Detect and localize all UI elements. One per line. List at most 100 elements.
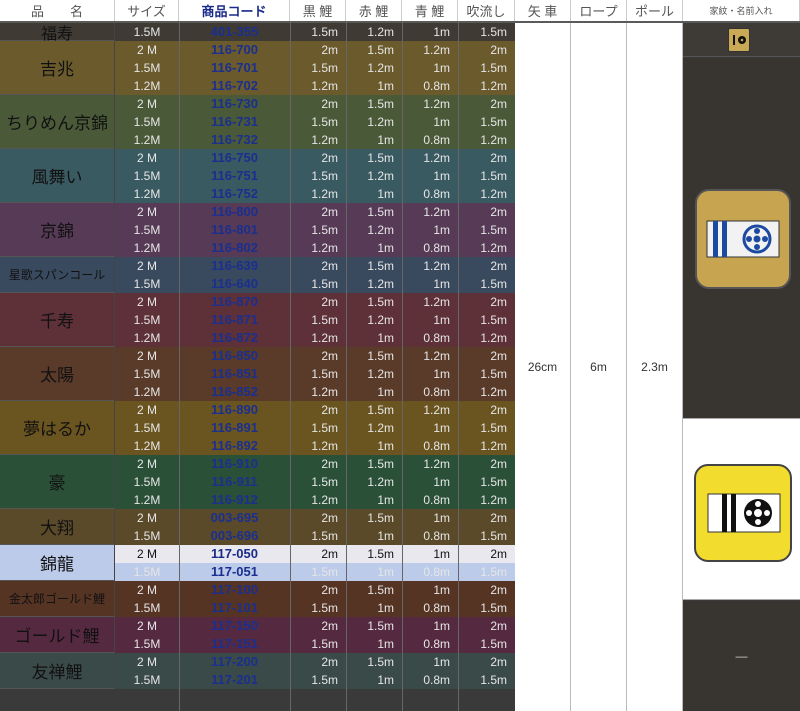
ao-cell: 0.8m (423, 493, 450, 507)
fukinagashi-cell: 2m (490, 295, 507, 309)
aka-cell: 1.5m (367, 583, 394, 597)
kuro-cell: 2m (321, 349, 338, 363)
fukinagashi-cell: 2m (490, 97, 507, 111)
product-code: 116-640 (211, 276, 258, 291)
fukinagashi-cell: 1.2m (480, 331, 507, 345)
kamon-crest-icon (694, 464, 792, 562)
fukinagashi-cell: 1.5m (480, 25, 507, 39)
table-row: 1.5M 116-871 1.5m 1.2m 1m 1.5m (115, 311, 515, 329)
aka-cell: 1m (377, 565, 394, 579)
kuro-cell: 1.2m (311, 493, 338, 507)
product-code: 116-892 (211, 438, 258, 453)
table-row: 1.2M 116-702 1.2m 1m 0.8m 1.2m (115, 77, 515, 95)
product-code: 116-752 (211, 186, 258, 201)
product-name: 金太郎ゴールド鯉 (0, 581, 115, 617)
table-row: 1.5M 117-151 1.5m 1m 0.8m 1.5m (115, 635, 515, 653)
kuro-cell: 1.5m (311, 61, 338, 75)
ao-cell: 1.2m (423, 259, 450, 273)
table-row: 1.2M 116-802 1.2m 1m 0.8m 1.2m (115, 239, 515, 257)
header-aka: 赤 鯉 (346, 0, 402, 21)
table-row: 1.5M 401-355 1.5m 1.2m 1m 1.5m (115, 23, 515, 41)
product-name: 千寿 (0, 293, 115, 347)
product-name: 太陽 (0, 347, 115, 401)
column-divider (179, 21, 180, 711)
ao-cell: 1m (433, 277, 450, 291)
ao-cell: 0.8m (423, 385, 450, 399)
size-cell: 1.5M (133, 475, 161, 489)
aka-cell: 1.5m (367, 511, 394, 525)
fukinagashi-cell: 1.5m (480, 61, 507, 75)
kuro-cell: 2m (321, 655, 338, 669)
size-cell: 2 M (136, 43, 157, 57)
table-row: 2 M 116-730 2m 1.5m 1.2m 2m (115, 95, 515, 113)
column-divider (402, 21, 403, 711)
table-row: 1.5M 003-696 1.5m 1m 0.8m 1.5m (115, 527, 515, 545)
aka-cell: 1.5m (367, 655, 394, 669)
product-name: 京錦 (0, 203, 115, 257)
ao-cell: 1m (433, 313, 450, 327)
pole-cell: 2.3m (627, 23, 683, 711)
size-cell: 1.5M (133, 115, 161, 129)
product-code: 116-700 (211, 42, 258, 57)
size-cell: 1.2M (133, 331, 161, 345)
table-row: 2 M 116-639 2m 1.5m 1.2m 2m (115, 257, 515, 275)
table-row: 1.5M 116-751 1.5m 1.2m 1m 1.5m (115, 167, 515, 185)
ao-cell: 1.2m (423, 349, 450, 363)
product-code: 116-911 (211, 474, 258, 489)
product-code: 401-355 (210, 24, 259, 39)
header-kuro: 黒 鯉 (290, 0, 346, 21)
size-cell: 2 M (136, 349, 157, 363)
fukinagashi-cell: 1.2m (480, 79, 507, 93)
yaguruma-cell: 26cm (515, 23, 571, 711)
ao-cell: 0.8m (423, 565, 450, 579)
size-cell: 1.5M (133, 223, 161, 237)
ao-cell: 1.2m (423, 295, 450, 309)
kuro-cell: 2m (321, 295, 338, 309)
product-code: 116-871 (211, 312, 258, 327)
ao-cell: 1m (433, 619, 450, 633)
size-cell: 2 M (136, 619, 157, 633)
product-name: 友禅鯉 (0, 653, 115, 689)
size-cell: 1.2M (133, 493, 161, 507)
fukinagashi-cell: 1.5m (480, 115, 507, 129)
fukinagashi-cell: 1.5m (480, 475, 507, 489)
table-row: 2 M 116-850 2m 1.5m 1.2m 2m (115, 347, 515, 365)
kuro-cell: 1.5m (311, 277, 338, 291)
size-cell: 1.2M (133, 133, 161, 147)
product-code: 116-800 (211, 204, 258, 219)
table-row: 2 M 116-870 2m 1.5m 1.2m 2m (115, 293, 515, 311)
kuro-cell: 1.5m (311, 421, 338, 435)
size-cell: 1.5M (133, 25, 161, 39)
product-code: 117-100 (211, 582, 258, 597)
ao-cell: 1.2m (423, 151, 450, 165)
product-code: 117-151 (211, 636, 258, 651)
product-name: 豪 (0, 455, 115, 509)
kuro-cell: 1.5m (311, 529, 338, 543)
size-cell: 2 M (136, 655, 157, 669)
size-cell: 2 M (136, 511, 157, 525)
rope-cell: 6m (571, 23, 627, 711)
column-divider (290, 21, 291, 711)
header-code: 商品コード (179, 0, 290, 21)
table-row: 1.5M 117-201 1.5m 1m 0.8m 1.5m (115, 671, 515, 689)
product-code: 117-201 (211, 672, 258, 687)
size-cell: 1.5M (133, 61, 161, 75)
fukinagashi-cell: 1.5m (480, 529, 507, 543)
aka-cell: 1.5m (367, 349, 394, 363)
kuro-cell: 1.2m (311, 187, 338, 201)
aka-cell: 1.5m (367, 97, 394, 111)
aka-cell: 1m (377, 439, 394, 453)
aka-cell: 1m (377, 79, 394, 93)
size-cell: 2 M (136, 295, 157, 309)
kuro-cell: 1.5m (311, 25, 338, 39)
aka-cell: 1.2m (367, 475, 394, 489)
aka-cell: 1m (377, 493, 394, 507)
aka-cell: 1.2m (367, 313, 394, 327)
fukinagashi-cell: 1.2m (480, 439, 507, 453)
kamon-cell-group (683, 58, 800, 418)
product-code: 116-852 (211, 384, 258, 399)
product-code: 116-802 (211, 240, 258, 255)
product-code: 117-200 (211, 654, 258, 669)
aka-cell: 1m (377, 673, 394, 687)
aka-cell: 1.2m (367, 277, 394, 291)
